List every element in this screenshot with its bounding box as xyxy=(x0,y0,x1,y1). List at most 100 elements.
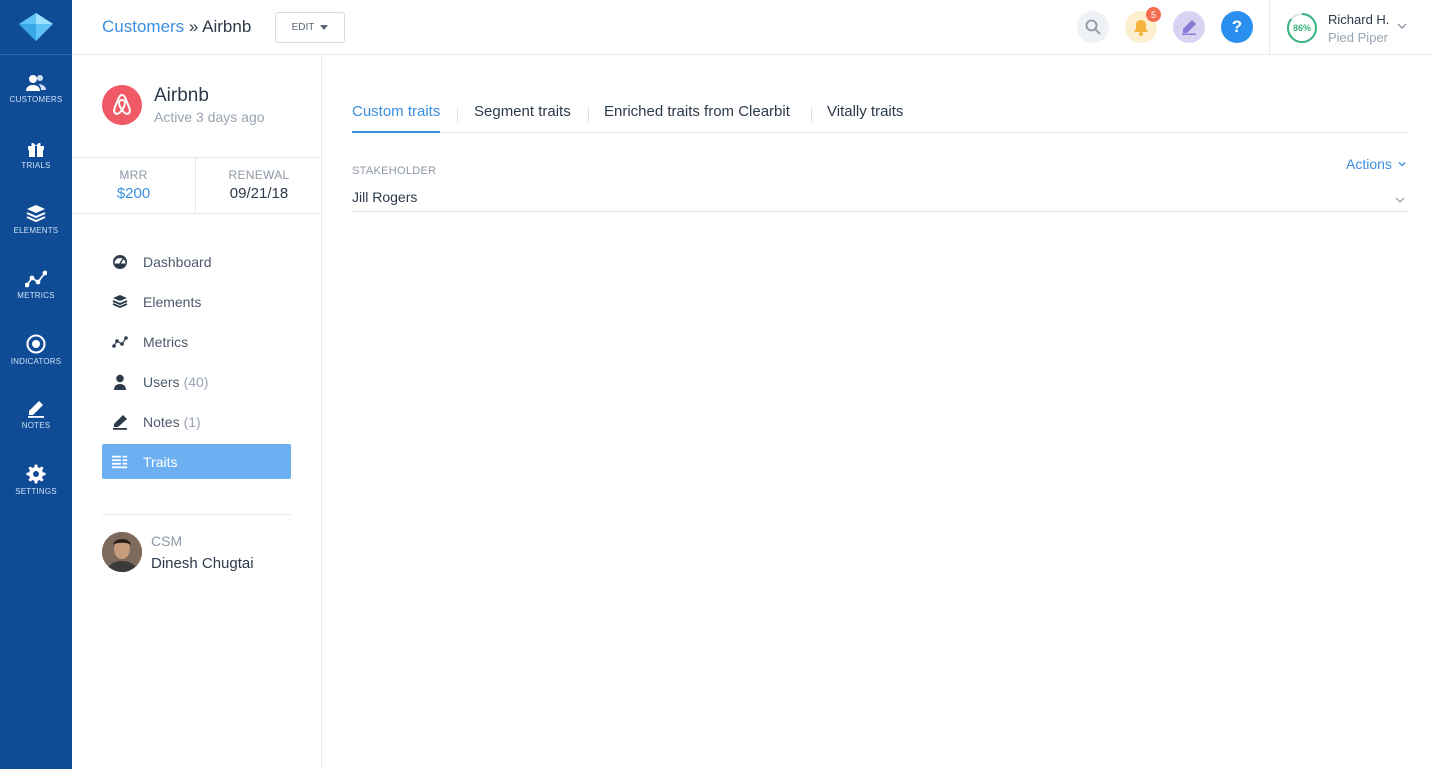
chevron-down-icon[interactable] xyxy=(1396,20,1408,32)
rail-item-indicators[interactable]: INDICATORS xyxy=(0,334,72,366)
compose-note-button[interactable] xyxy=(1173,11,1205,43)
menu-item-label: Dashboard xyxy=(143,253,212,270)
customer-logo xyxy=(102,85,142,125)
menu-item-notes[interactable]: Notes (1) xyxy=(102,404,291,439)
notifications-button[interactable]: 5 xyxy=(1125,7,1161,43)
pencil-icon xyxy=(28,401,44,418)
tab-separator xyxy=(457,107,458,123)
menu-item-label: Users xyxy=(143,373,180,390)
tab-segment-traits[interactable]: Segment traits xyxy=(474,103,571,133)
menu-item-count: (1) xyxy=(183,413,201,430)
stakeholder-label: STAKEHOLDER xyxy=(352,165,437,177)
menu-item-traits[interactable]: Traits xyxy=(102,444,291,479)
notification-count-badge: 5 xyxy=(1146,7,1161,22)
rail-item-notes[interactable]: NOTES xyxy=(0,400,72,430)
edit-label: EDIT xyxy=(291,22,315,33)
tab-separator xyxy=(588,107,589,123)
chevron-down-icon xyxy=(1398,162,1406,167)
customer-stats: MRR $200 RENEWAL 09/21/18 xyxy=(72,157,321,214)
rail-item-customers[interactable]: CUSTOMERS xyxy=(0,74,72,104)
breadcrumb: Customers » Airbnb xyxy=(102,17,251,37)
menu-item-label: Elements xyxy=(143,293,202,310)
health-score-value: 86% xyxy=(1292,23,1311,33)
renewal-stat: RENEWAL 09/21/18 xyxy=(197,158,321,214)
breadcrumb-current: Airbnb xyxy=(202,17,252,36)
rail-item-trials[interactable]: TRIALS xyxy=(0,140,72,170)
rail-item-elements[interactable]: ELEMENTS xyxy=(0,204,72,235)
gift-icon xyxy=(28,142,44,157)
metrics-icon xyxy=(25,270,47,288)
menu-item-metrics[interactable]: Metrics xyxy=(102,324,291,359)
traits-tabs: Custom traits Segment traits Enriched tr… xyxy=(352,99,1408,133)
gear-icon xyxy=(26,464,46,484)
user-org: Pied Piper xyxy=(1328,30,1388,45)
bell-icon xyxy=(1134,19,1148,36)
rail-label: CUSTOMERS xyxy=(9,95,63,104)
tab-enriched-traits-clearbit[interactable]: Enriched traits from Clearbit xyxy=(604,103,790,133)
menu-item-count: (40) xyxy=(183,373,209,390)
target-icon xyxy=(26,334,46,354)
user-icon xyxy=(112,374,128,390)
menu-item-label: Notes xyxy=(143,413,180,430)
top-bar: Customers » Airbnb EDIT 5 ? 86% Richard … xyxy=(72,0,1433,55)
renewal-value: 09/21/18 xyxy=(229,185,289,202)
caret-down-icon xyxy=(320,25,329,30)
stakeholder-select[interactable]: Jill Rogers xyxy=(352,189,1408,212)
chevron-down-icon xyxy=(1395,197,1405,203)
actions-dropdown[interactable]: Actions xyxy=(1346,156,1407,172)
csm-name: Dinesh Chugtai xyxy=(151,555,254,572)
edit-dropdown-button[interactable]: EDIT xyxy=(275,12,345,43)
mrr-label: MRR xyxy=(119,168,148,182)
rail-label: ELEMENTS xyxy=(13,226,59,235)
layers-icon xyxy=(112,294,128,310)
mrr-value[interactable]: $200 xyxy=(72,185,195,202)
topbar-divider xyxy=(1269,0,1270,55)
pencil-icon xyxy=(112,414,128,430)
user-name[interactable]: Richard H. xyxy=(1328,12,1389,27)
rail-label: NOTES xyxy=(21,421,51,430)
customer-last-active: Active 3 days ago xyxy=(154,109,265,125)
renewal-label: RENEWAL xyxy=(228,168,290,182)
breadcrumb-separator: » xyxy=(184,17,203,36)
menu-item-label: Traits xyxy=(143,453,178,470)
users-icon xyxy=(26,75,46,91)
question-mark-icon: ? xyxy=(1231,17,1243,36)
rail-label: INDICATORS xyxy=(10,357,62,366)
customer-menu: Dashboard Elements Metrics Users (40) No… xyxy=(102,244,291,484)
customer-sidebar: Airbnb Active 3 days ago MRR $200 RENEWA… xyxy=(72,56,322,769)
metrics-icon xyxy=(112,334,128,350)
actions-label: Actions xyxy=(1346,156,1392,172)
stakeholder-value: Jill Rogers xyxy=(352,189,418,205)
csm-divider xyxy=(102,514,291,515)
help-button[interactable]: ? xyxy=(1221,11,1253,43)
rail-item-metrics[interactable]: METRICS xyxy=(0,270,72,300)
mrr-stat: MRR $200 xyxy=(72,158,196,214)
menu-item-label: Metrics xyxy=(143,333,189,350)
csm-avatar xyxy=(102,532,142,572)
tab-separator xyxy=(811,107,812,123)
person-avatar-icon xyxy=(102,532,142,572)
app-logo[interactable] xyxy=(0,0,72,55)
dashboard-icon xyxy=(112,254,128,270)
rail-label: METRICS xyxy=(17,291,55,300)
search-button[interactable] xyxy=(1077,11,1109,43)
search-icon xyxy=(1085,19,1101,35)
customer-name: Airbnb xyxy=(154,85,209,106)
airbnb-logo-icon xyxy=(113,93,131,115)
menu-item-dashboard[interactable]: Dashboard xyxy=(102,244,291,279)
diamond-logo-icon xyxy=(19,13,53,41)
rail-item-settings[interactable]: SETTINGS xyxy=(0,464,72,496)
tab-custom-traits[interactable]: Custom traits xyxy=(352,103,441,133)
rail-label: SETTINGS xyxy=(15,487,57,496)
pencil-icon xyxy=(1182,20,1196,35)
health-score-ring[interactable]: 86% xyxy=(1286,12,1318,44)
layers-icon xyxy=(26,205,46,223)
menu-item-users[interactable]: Users (40) xyxy=(102,364,291,399)
csm-role: CSM xyxy=(151,533,183,549)
rail-label: TRIALS xyxy=(21,161,51,170)
breadcrumb-customers-link[interactable]: Customers xyxy=(102,17,184,36)
menu-item-elements[interactable]: Elements xyxy=(102,284,291,319)
main-nav-rail: CUSTOMERS TRIALS ELEMENTS METRICS INDICA… xyxy=(0,0,72,769)
tab-vitally-traits[interactable]: Vitally traits xyxy=(827,103,903,133)
traits-icon xyxy=(112,454,128,470)
